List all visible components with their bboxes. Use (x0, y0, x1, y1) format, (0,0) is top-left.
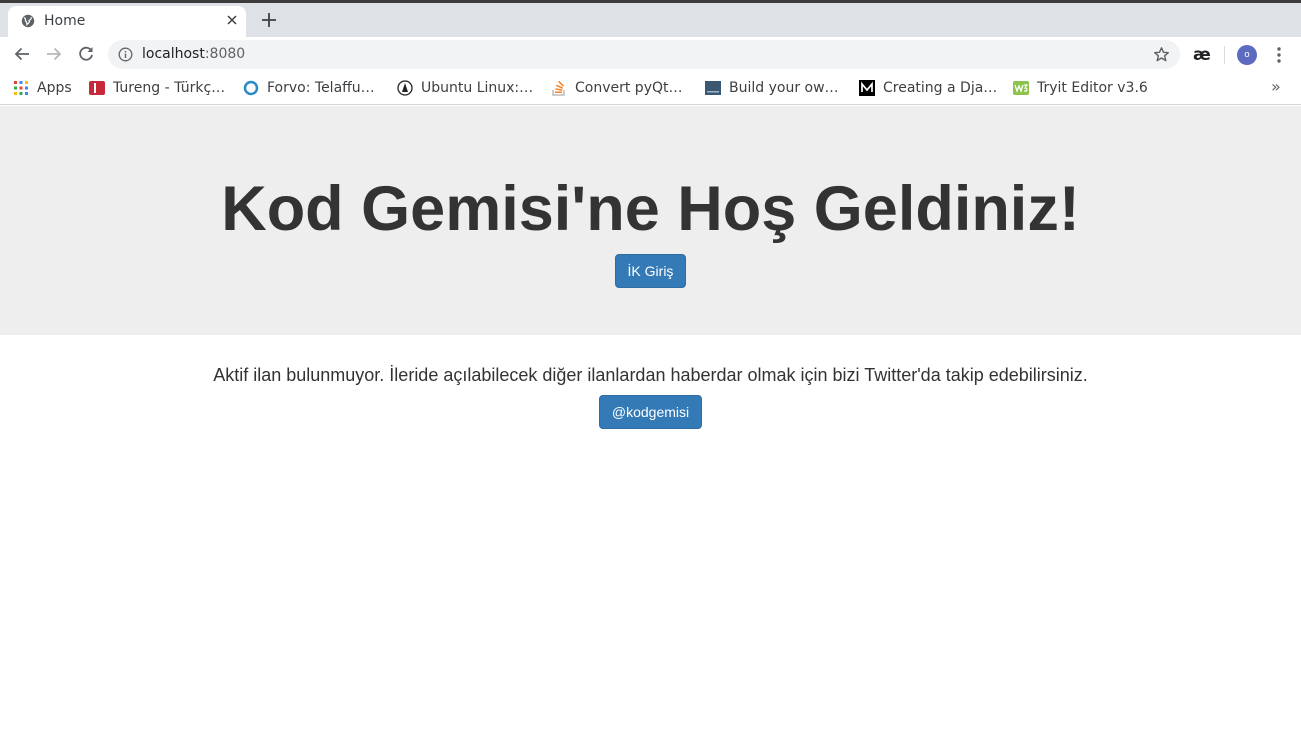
browser-menu-icon[interactable] (1270, 45, 1288, 65)
stackoverflow-icon (552, 80, 565, 96)
tab-strip: Home (0, 3, 1301, 37)
no-listing-notice: Aktif ilan bulunmuyor. İleride açılabile… (213, 365, 1088, 385)
toolbar-divider (1224, 46, 1225, 64)
bookmark-label: Apps (37, 80, 72, 96)
bookmark-forvo[interactable]: Forvo: Telaffu… (243, 79, 375, 97)
medium-icon (859, 80, 875, 96)
profile-avatar[interactable]: o (1237, 45, 1257, 65)
bookmark-label: Ubuntu Linux:… (421, 80, 534, 96)
bookmark-build[interactable]: Build your ow… (705, 79, 839, 97)
ik-login-button[interactable]: İK Giriş (615, 254, 686, 288)
site-info-icon[interactable] (118, 47, 133, 62)
twitter-button[interactable]: @kodgemisi (599, 395, 702, 429)
bookmark-ubuntu[interactable]: Ubuntu Linux:… (397, 79, 533, 97)
globe-icon (21, 14, 35, 28)
browser-toolbar: localhost:8080 (0, 37, 1301, 71)
bookmarks-overflow-icon[interactable]: » (1271, 77, 1281, 96)
ubuntu-icon (397, 80, 413, 96)
page-title: Kod Gemisi'ne Hoş Geldiniz! (221, 174, 1080, 244)
reload-icon[interactable] (76, 44, 96, 64)
bookmarks-bar: Apps Tureng - Türkç… Forvo: Telaffu… Ubu… (0, 71, 1301, 105)
bookmark-medium[interactable]: Creating a Dja… (859, 79, 997, 97)
forvo-icon (243, 80, 259, 96)
browser-tab[interactable]: Home (8, 6, 246, 37)
bookmark-label: Forvo: Telaffu… (267, 80, 375, 96)
apps-grid-icon (14, 81, 28, 95)
bookmark-star-icon[interactable] (1153, 46, 1170, 63)
bookmark-stackoverflow[interactable]: Convert pyQt… (551, 79, 683, 97)
w3schools-icon (1013, 81, 1029, 95)
address-bar[interactable]: localhost:8080 (108, 40, 1180, 69)
bookmark-label: Convert pyQt… (575, 80, 683, 96)
extension-icon[interactable]: æ (1193, 45, 1211, 65)
url-text: localhost:8080 (142, 46, 245, 62)
bookmark-apps[interactable]: Apps (13, 79, 72, 97)
tab-title: Home (44, 13, 86, 29)
close-tab-icon[interactable] (224, 12, 240, 28)
bookmark-label: Tryit Editor v3.6 (1037, 80, 1148, 96)
bookmark-label: Creating a Dja… (883, 80, 998, 96)
forward-icon[interactable] (44, 44, 64, 64)
new-tab-icon[interactable] (259, 10, 279, 30)
bookmark-tryit[interactable]: Tryit Editor v3.6 (1013, 79, 1148, 97)
bookmark-tureng[interactable]: Tureng - Türkç… (89, 79, 225, 97)
bookmark-label: Build your ow… (729, 80, 839, 96)
url-port: :8080 (204, 46, 246, 62)
url-host: localhost (142, 46, 205, 62)
build-icon (705, 81, 721, 95)
hero-section: Kod Gemisi'ne Hoş Geldiniz! İK Giriş (0, 106, 1301, 335)
back-icon[interactable] (12, 44, 32, 64)
tureng-icon (89, 81, 105, 95)
bookmark-label: Tureng - Türkç… (113, 80, 226, 96)
